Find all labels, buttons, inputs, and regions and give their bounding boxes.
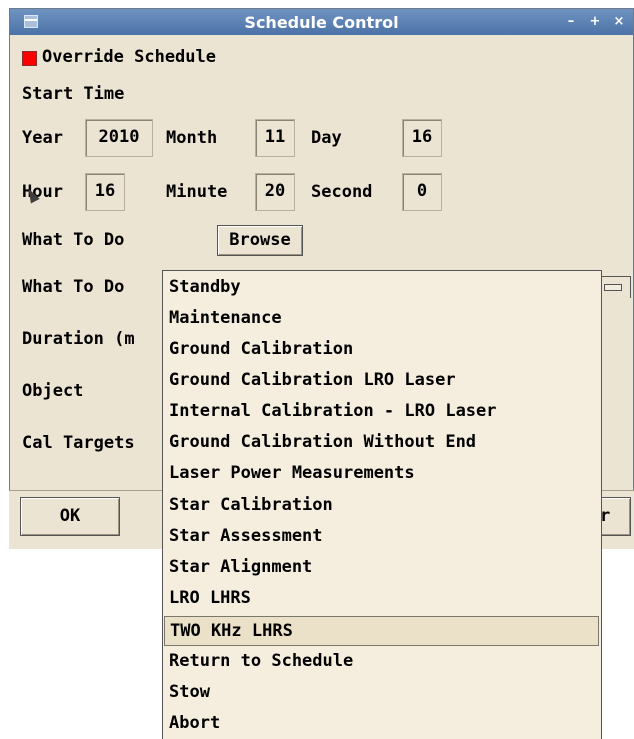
dropdown-item[interactable]: Ground Calibration [169, 335, 597, 363]
dropdown-item[interactable]: LRO LHRS [169, 584, 597, 612]
override-schedule-label: Override Schedule [42, 47, 216, 67]
ok-button[interactable]: OK [20, 497, 120, 536]
dropdown-item-selected[interactable]: TWO KHz LHRS [164, 616, 599, 646]
day-input[interactable]: 16 [402, 119, 442, 157]
year-input[interactable]: 2010 [85, 119, 153, 157]
dropdown-item[interactable]: Ground Calibration LRO Laser [169, 366, 597, 394]
title-bar[interactable]: Schedule Control – + × [10, 9, 633, 35]
month-label: Month [166, 128, 218, 148]
override-schedule-checkbox[interactable] [22, 51, 37, 66]
dropdown-item[interactable]: Return to Schedule [169, 647, 597, 675]
window-title: Schedule Control [244, 13, 399, 32]
hour-input[interactable]: 16 [85, 173, 125, 211]
duration-label: Duration (m [22, 329, 135, 349]
start-time-label: Start Time [22, 84, 125, 104]
dropdown-item[interactable]: Star Alignment [169, 553, 597, 581]
minute-input[interactable]: 20 [255, 173, 295, 211]
dropdown-item[interactable]: Maintenance [169, 304, 597, 332]
what-to-do-label: What To Do [22, 277, 125, 297]
year-label: Year [22, 128, 63, 148]
what-to-do-dropdown-list[interactable]: Standby Maintenance Ground Calibration G… [162, 270, 602, 739]
month-input[interactable]: 11 [255, 119, 295, 157]
dropdown-item[interactable]: Standby [169, 273, 597, 301]
minimize-icon[interactable]: – [563, 14, 579, 30]
what-to-do-file-label: What To Do [22, 230, 125, 250]
dropdown-item[interactable]: Star Calibration [169, 491, 597, 519]
cal-targets-label: Cal Targets [22, 433, 135, 453]
dropdown-item[interactable]: Laser Power Measurements [169, 459, 597, 487]
dropdown-item[interactable]: Abort [169, 709, 597, 737]
second-label: Second [311, 182, 373, 202]
maximize-icon[interactable]: + [587, 14, 603, 30]
dropdown-arrow-icon[interactable] [597, 276, 631, 298]
browse-button[interactable]: Browse [217, 225, 303, 256]
second-input[interactable]: 0 [402, 173, 442, 211]
dropdown-item[interactable]: Ground Calibration Without End [169, 428, 597, 456]
dropdown-item[interactable]: Internal Calibration - LRO Laser [169, 397, 597, 425]
object-label: Object [22, 381, 84, 401]
close-icon[interactable]: × [611, 14, 627, 30]
dropdown-item[interactable]: Star Assessment [169, 522, 597, 550]
dropdown-item[interactable]: Stow [169, 678, 597, 706]
minute-label: Minute [166, 182, 228, 202]
day-label: Day [311, 128, 342, 148]
